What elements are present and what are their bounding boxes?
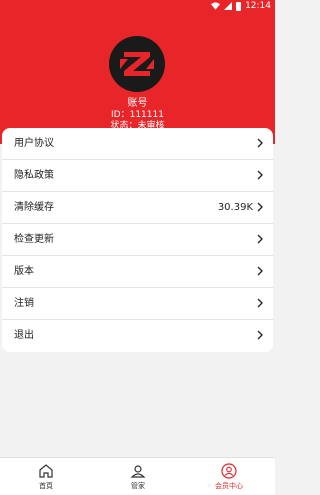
menu-item-label: 清除缓存 bbox=[14, 202, 54, 213]
app-logo bbox=[109, 36, 165, 92]
tab-home[interactable]: 首頁 bbox=[0, 458, 92, 495]
chevron-right-icon bbox=[257, 266, 263, 276]
account-id: ID：111111 bbox=[111, 110, 164, 120]
butler-icon bbox=[130, 465, 146, 478]
menu-item-label: 隐私政策 bbox=[14, 170, 54, 181]
menu-item-user-agreement[interactable]: 用户协议 bbox=[2, 128, 273, 160]
home-icon bbox=[39, 464, 53, 478]
bottom-tab-bar: 首頁 管家 会员中心 bbox=[0, 457, 275, 495]
cache-size-value: 30.39K bbox=[217, 202, 253, 213]
status-time: 12:14 bbox=[245, 1, 271, 11]
chevron-right-icon bbox=[257, 234, 263, 244]
tab-label: 首頁 bbox=[39, 482, 53, 490]
menu-item-privacy-policy[interactable]: 隐私政策 bbox=[2, 160, 273, 192]
menu-item-check-update[interactable]: 检查更新 bbox=[2, 224, 273, 256]
menu-item-logout[interactable]: 退出 bbox=[2, 320, 273, 352]
menu-item-label: 版本 bbox=[14, 266, 34, 277]
chevron-right-icon bbox=[257, 330, 263, 340]
menu-item-label: 检查更新 bbox=[14, 234, 54, 245]
chevron-right-icon bbox=[257, 298, 263, 308]
status-bar: 12:14 bbox=[0, 0, 275, 14]
logo-mark-icon bbox=[110, 37, 164, 91]
menu-item-version[interactable]: 版本 bbox=[2, 256, 273, 288]
signal-icon bbox=[224, 2, 233, 10]
chevron-right-icon bbox=[257, 202, 263, 212]
menu-item-label: 退出 bbox=[14, 330, 34, 341]
menu-item-deactivate[interactable]: 注销 bbox=[2, 288, 273, 320]
menu-item-label: 注销 bbox=[14, 298, 34, 309]
member-icon bbox=[221, 463, 237, 479]
menu-item-label: 用户协议 bbox=[14, 138, 54, 149]
chevron-right-icon bbox=[257, 170, 263, 180]
tab-label: 管家 bbox=[131, 482, 145, 490]
account-name: 账号 bbox=[127, 98, 148, 109]
profile-header: 账号 ID：111111 状态：未审核 bbox=[0, 14, 275, 144]
tab-butler[interactable]: 管家 bbox=[92, 458, 184, 495]
settings-menu: 用户协议 隐私政策 清除缓存 30.39K 检查更新 版本 注销 退出 bbox=[2, 128, 273, 352]
battery-icon bbox=[236, 1, 242, 11]
wifi-icon bbox=[211, 2, 221, 10]
tab-label: 会员中心 bbox=[215, 482, 243, 490]
menu-item-clear-cache[interactable]: 清除缓存 30.39K bbox=[2, 192, 273, 224]
status-icons: 12:14 bbox=[211, 1, 271, 11]
chevron-right-icon bbox=[257, 138, 263, 148]
tab-member-center[interactable]: 会员中心 bbox=[183, 458, 275, 495]
